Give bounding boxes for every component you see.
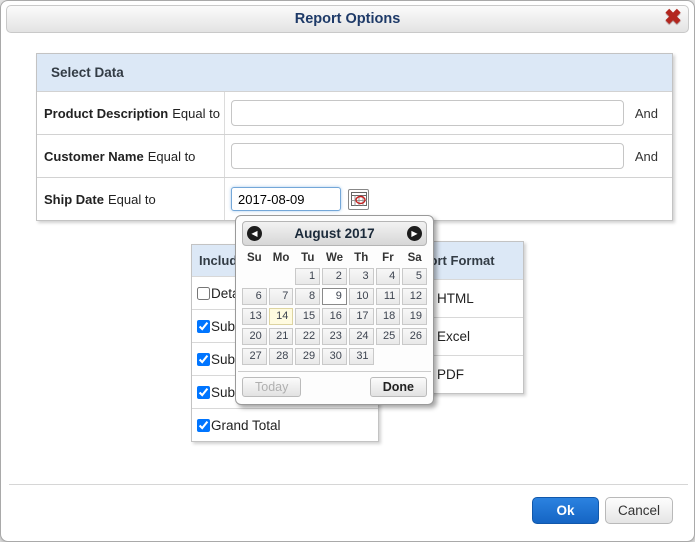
calendar-day-11[interactable]: 11	[375, 288, 401, 305]
filter-row-ship-date: Ship Date Equal to	[37, 177, 672, 220]
include-label: Grand Total	[211, 417, 281, 433]
next-month-button[interactable]: ▶	[407, 226, 422, 241]
month-year-label: August 2017	[294, 226, 375, 241]
filter-row-product-description: Product Description Equal to And	[37, 91, 672, 134]
report-options-dialog: Report Options ✖ Select Data Product Des…	[0, 0, 695, 542]
next-month-icon: ▶	[411, 228, 418, 238]
calendar-day-9[interactable]: 9	[322, 288, 347, 305]
customer-name-label: Customer Name Equal to	[37, 135, 225, 177]
calendar-day-header: Sa	[407, 252, 422, 264]
calendar-day-21[interactable]: 21	[268, 328, 294, 345]
cancel-button[interactable]: Cancel	[605, 497, 673, 524]
calendar-day-3[interactable]: 3	[348, 268, 374, 285]
calendar-day-25[interactable]: 25	[375, 328, 401, 345]
grand-total-checkbox[interactable]	[197, 418, 210, 432]
datepicker-header: ◀ August 2017 ▶	[242, 221, 427, 246]
product-description-input[interactable]	[231, 100, 624, 126]
calendar-day-7[interactable]: 7	[268, 288, 294, 305]
calendar-day-28[interactable]: 28	[268, 348, 294, 365]
calendar-day-20[interactable]: 20	[242, 328, 267, 345]
calendar-day-17[interactable]: 17	[348, 308, 374, 325]
calendar-day-24[interactable]: 24	[348, 328, 374, 345]
include-row-grand-total[interactable]: Grand Total	[192, 408, 378, 441]
calendar-day-4[interactable]: 4	[375, 268, 401, 285]
calendar-day-27[interactable]: 27	[242, 348, 267, 365]
datepicker-footer: Today Done	[238, 371, 431, 399]
dialog-title: Report Options	[294, 11, 401, 27]
detail-checkbox[interactable]	[197, 286, 210, 300]
calendar-day-22[interactable]: 22	[295, 328, 321, 345]
calendar-day-15[interactable]: 15	[295, 308, 321, 325]
calendar-day-10[interactable]: 10	[348, 288, 374, 305]
calendar-day-26[interactable]: 26	[402, 328, 427, 345]
calendar-picker-button[interactable]	[348, 188, 369, 210]
calendar-day-headers: Su Mo Tu We Th Fr Sa	[242, 250, 427, 266]
calendar-day-18[interactable]: 18	[375, 308, 401, 325]
calendar-empty-cell	[402, 348, 427, 363]
calendar-day-header: We	[325, 252, 344, 264]
customer-name-input[interactable]	[231, 143, 624, 169]
calendar-day-30[interactable]: 30	[322, 348, 347, 365]
sub-checkbox-3[interactable]	[197, 385, 210, 399]
footer-divider	[9, 484, 688, 485]
calendar-day-2[interactable]: 2	[322, 268, 347, 285]
sub-checkbox-1[interactable]	[197, 319, 210, 333]
calendar-day-23[interactable]: 23	[322, 328, 347, 345]
select-data-header: Select Data	[37, 54, 672, 91]
calendar-day-header: Su	[247, 252, 262, 264]
select-data-table: Select Data Product Description Equal to…	[36, 53, 673, 221]
calendar-day-6[interactable]: 6	[242, 288, 267, 305]
ok-button[interactable]: Ok	[532, 497, 599, 524]
calendar-day-14[interactable]: 14	[268, 308, 294, 325]
done-button[interactable]: Done	[369, 377, 427, 397]
calendar-empty-cell	[269, 268, 294, 283]
datepicker-popup: ◀ August 2017 ▶ Su Mo Tu We Th Fr Sa 123456789…	[235, 215, 434, 405]
include-label: Sub	[211, 384, 236, 400]
calendar-empty-cell	[242, 268, 267, 283]
include-label: Sub	[211, 318, 236, 334]
close-button[interactable]: ✖	[660, 3, 686, 31]
dialog-title-bar: Report Options	[6, 5, 689, 33]
and-label: And	[634, 148, 658, 164]
calendar-day-19[interactable]: 19	[402, 308, 427, 325]
sub-checkbox-2[interactable]	[197, 352, 210, 366]
calendar-day-8[interactable]: 8	[295, 288, 321, 305]
calendar-day-header: Tu	[301, 252, 315, 264]
calendar-day-5[interactable]: 5	[402, 268, 427, 285]
include-label: Sub	[211, 351, 236, 367]
calendar-grid: 1 2 3 4 5 6 7 8 9 10 11 12 13 14 15 16 17 18 19 20 21 22 23 24 2…	[242, 268, 427, 365]
prev-month-button[interactable]: ◀	[247, 226, 262, 241]
filter-row-customer-name: Customer Name Equal to And	[37, 134, 672, 177]
calendar-day-header: Mo	[272, 252, 290, 264]
and-label: And	[634, 105, 658, 121]
calendar-day-31[interactable]: 31	[348, 348, 374, 365]
calendar-empty-cell	[376, 348, 401, 363]
close-icon: ✖	[664, 5, 682, 29]
calendar-day-header: Th	[354, 252, 369, 264]
product-description-label: Product Description Equal to	[37, 92, 225, 134]
calendar-day-29[interactable]: 29	[295, 348, 321, 365]
calendar-icon	[350, 192, 367, 206]
prev-month-icon: ◀	[251, 228, 258, 238]
calendar-day-1[interactable]: 1	[295, 268, 321, 285]
calendar-day-header: Fr	[382, 252, 394, 264]
calendar-day-16[interactable]: 16	[322, 308, 347, 325]
calendar-day-13[interactable]: 13	[242, 308, 267, 325]
ship-date-input[interactable]	[231, 187, 341, 211]
calendar-day-12[interactable]: 12	[402, 288, 427, 305]
ship-date-label: Ship Date Equal to	[37, 178, 225, 220]
today-button[interactable]: Today	[242, 377, 302, 397]
